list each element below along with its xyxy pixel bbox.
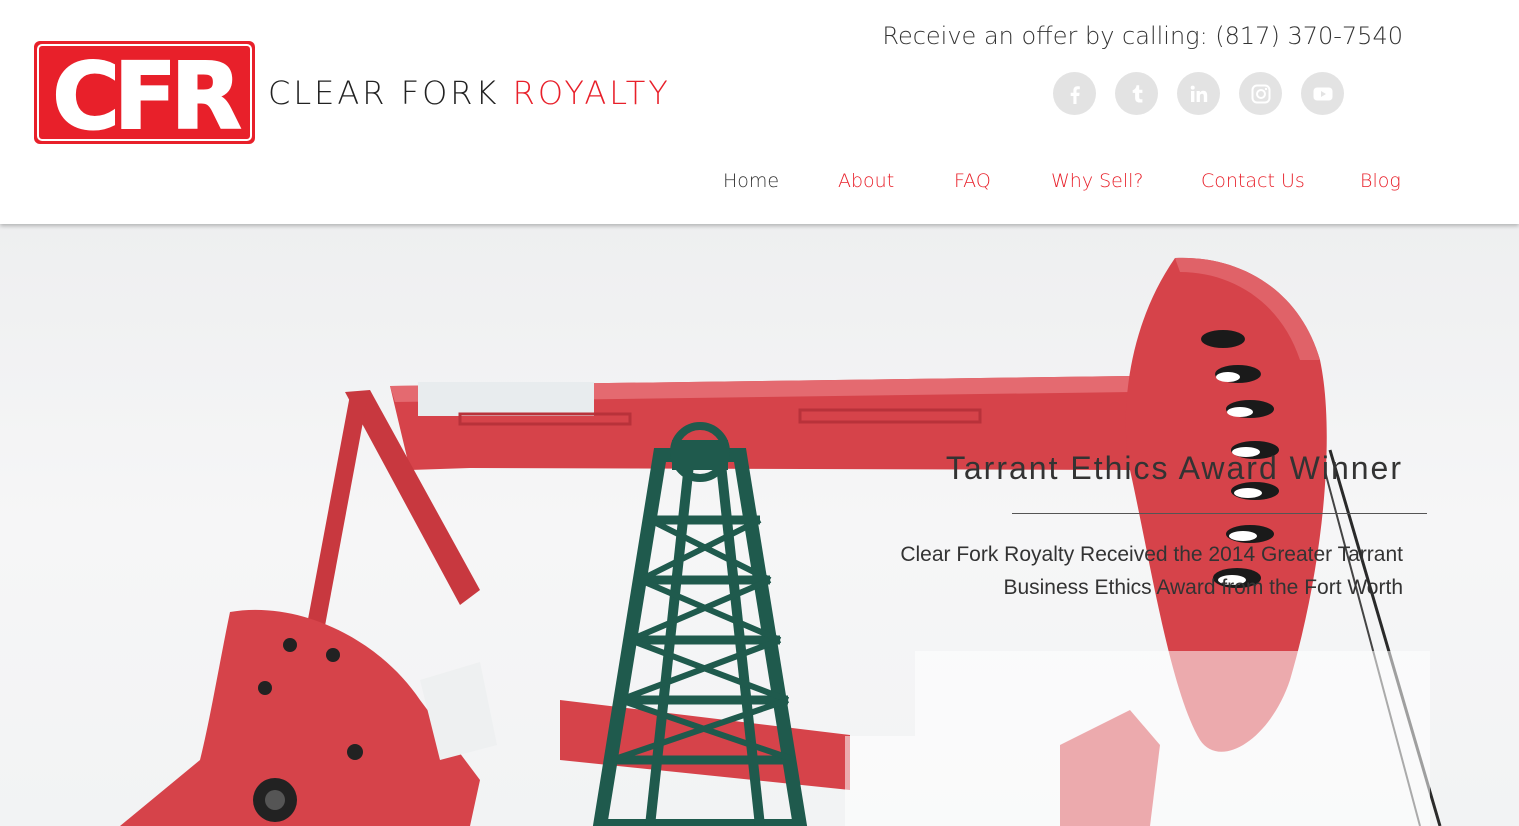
award-panel bbox=[845, 651, 1430, 826]
nav-faq[interactable]: FAQ bbox=[954, 170, 991, 192]
award-description: Clear Fork Royalty Received the 2014 Gre… bbox=[900, 543, 1403, 599]
phone-callout: Receive an offer by calling: (817) 370-7… bbox=[882, 22, 1403, 50]
instagram-icon[interactable] bbox=[1239, 72, 1282, 115]
nav-home[interactable]: Home bbox=[723, 170, 779, 192]
main-nav: Home About FAQ Why Sell? Contact Us Blog bbox=[0, 170, 1519, 198]
award-title: Tarrant Ethics Award Winner bbox=[945, 450, 1403, 486]
cfr-logo[interactable]: CFR bbox=[33, 40, 256, 145]
facebook-icon[interactable] bbox=[1053, 72, 1096, 115]
social-bar bbox=[1053, 72, 1344, 115]
hero-banner bbox=[0, 224, 1519, 826]
nav-contact-us[interactable]: Contact Us bbox=[1201, 170, 1305, 192]
tumblr-icon[interactable] bbox=[1115, 72, 1158, 115]
award-divider bbox=[1012, 513, 1427, 514]
brand-name-part2: ROYALTY bbox=[512, 74, 671, 112]
brand-name-part1: CLEAR FORK bbox=[268, 74, 500, 112]
brand-name[interactable]: CLEAR FORK ROYALTY bbox=[268, 74, 671, 112]
nav-about[interactable]: About bbox=[838, 170, 894, 192]
svg-text:CFR: CFR bbox=[52, 43, 239, 145]
linkedin-icon[interactable] bbox=[1177, 72, 1220, 115]
youtube-icon[interactable] bbox=[1301, 72, 1344, 115]
nav-blog[interactable]: Blog bbox=[1360, 170, 1401, 192]
site-header: CFR CLEAR FORK ROYALTY Receive an offer … bbox=[0, 0, 1519, 224]
nav-why-sell[interactable]: Why Sell? bbox=[1051, 170, 1144, 192]
